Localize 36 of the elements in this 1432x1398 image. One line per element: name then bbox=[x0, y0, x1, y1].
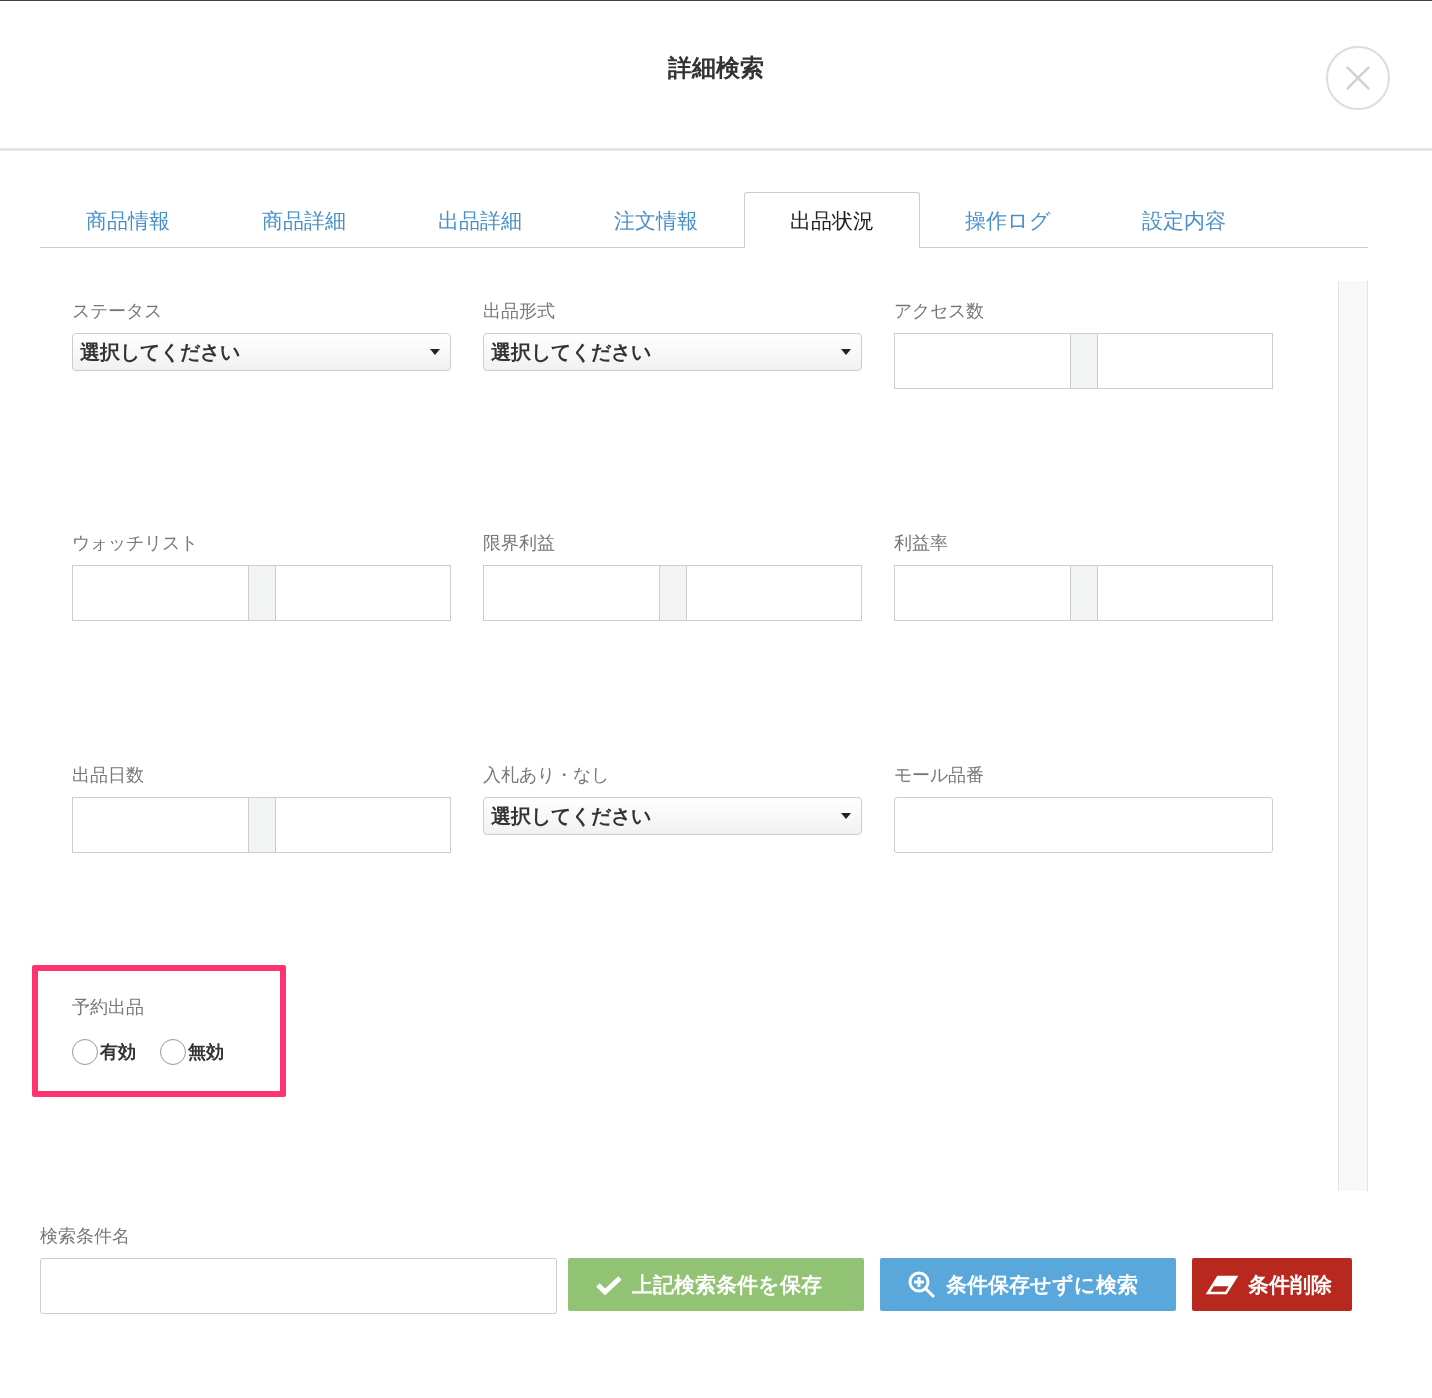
save-button[interactable]: 上記検索条件を保存 bbox=[568, 1258, 864, 1311]
radio-option[interactable]: 無効 bbox=[160, 1039, 224, 1065]
caret-icon bbox=[841, 813, 851, 819]
field-label: 出品形式 bbox=[483, 300, 555, 323]
condition-name-field[interactable] bbox=[40, 1258, 557, 1314]
tab[interactable]: 出品詳細 bbox=[392, 192, 568, 248]
close-icon bbox=[1345, 65, 1371, 91]
tab[interactable]: 商品情報 bbox=[40, 192, 216, 248]
eraser-icon bbox=[1206, 1274, 1238, 1295]
radio-option[interactable]: 有効 bbox=[72, 1039, 136, 1065]
dialog-title: 詳細検索 bbox=[668, 52, 764, 83]
tab[interactable]: 出品状況 bbox=[744, 192, 920, 248]
field-label: 検索条件名 bbox=[40, 1225, 131, 1248]
checkmark-icon bbox=[596, 1274, 622, 1295]
field-label: ステータス bbox=[72, 300, 162, 323]
search-button[interactable]: 条件保存せずに検索 bbox=[880, 1258, 1176, 1311]
select-field[interactable]: 選択してください bbox=[483, 797, 862, 835]
field-label: 限界利益 bbox=[483, 532, 555, 555]
field-label: アクセス数 bbox=[894, 300, 984, 323]
field-label: 予約出品 bbox=[72, 996, 144, 1019]
caret-icon bbox=[430, 349, 440, 355]
tab[interactable]: 商品詳細 bbox=[216, 192, 392, 248]
tab[interactable]: 注文情報 bbox=[568, 192, 744, 248]
field-label: ウォッチリスト bbox=[72, 532, 198, 555]
zoom-in-icon bbox=[908, 1270, 936, 1299]
tab[interactable]: 操作ログ bbox=[920, 192, 1096, 248]
caret-icon bbox=[841, 349, 851, 355]
field-label: モール品番 bbox=[894, 764, 984, 787]
field-label: 出品日数 bbox=[72, 764, 144, 787]
select-field[interactable]: 選択してください bbox=[72, 333, 451, 371]
clear-button[interactable]: 条件削除 bbox=[1192, 1258, 1352, 1311]
field-label: 利益率 bbox=[894, 532, 948, 555]
text-input-field[interactable] bbox=[894, 797, 1273, 853]
tab[interactable]: 設定内容 bbox=[1096, 192, 1272, 248]
select-field[interactable]: 選択してください bbox=[483, 333, 862, 371]
field-label: 入札あり・なし bbox=[483, 764, 609, 787]
